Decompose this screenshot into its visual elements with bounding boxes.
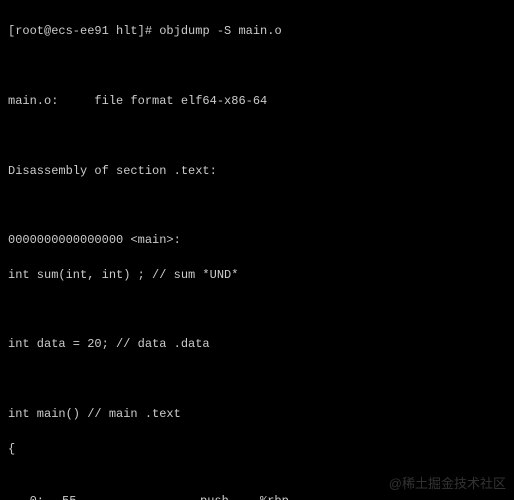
section-title: Disassembly of section .text: bbox=[8, 163, 506, 180]
asm-row: 0:55push%rbp bbox=[8, 493, 506, 500]
command: objdump -S main.o bbox=[159, 24, 281, 38]
file-format-line: main.o: file format elf64-x86-64 bbox=[8, 93, 506, 110]
src-decl-sum: int sum(int, int) ; // sum *UND* bbox=[8, 267, 506, 284]
brace-open: { bbox=[8, 441, 506, 458]
mnemonic: push bbox=[200, 493, 260, 500]
src-decl-data: int data = 20; // data .data bbox=[8, 336, 506, 353]
symbol-line: 0000000000000000 <main>: bbox=[8, 232, 506, 249]
terminal[interactable]: [root@ecs-ee91 hlt]# objdump -S main.o m… bbox=[0, 0, 514, 500]
blank bbox=[8, 128, 506, 145]
blank bbox=[8, 197, 506, 214]
blank bbox=[8, 302, 506, 319]
blank bbox=[8, 58, 506, 75]
blank bbox=[8, 371, 506, 388]
src-decl-main: int main() // main .text bbox=[8, 406, 506, 423]
prompt-line: [root@ecs-ee91 hlt]# objdump -S main.o bbox=[8, 23, 506, 40]
operands: %rbp bbox=[260, 493, 506, 500]
shell-prompt: [root@ecs-ee91 hlt]# bbox=[8, 24, 159, 38]
addr: 0: bbox=[8, 493, 62, 500]
hex: 55 bbox=[62, 493, 200, 500]
